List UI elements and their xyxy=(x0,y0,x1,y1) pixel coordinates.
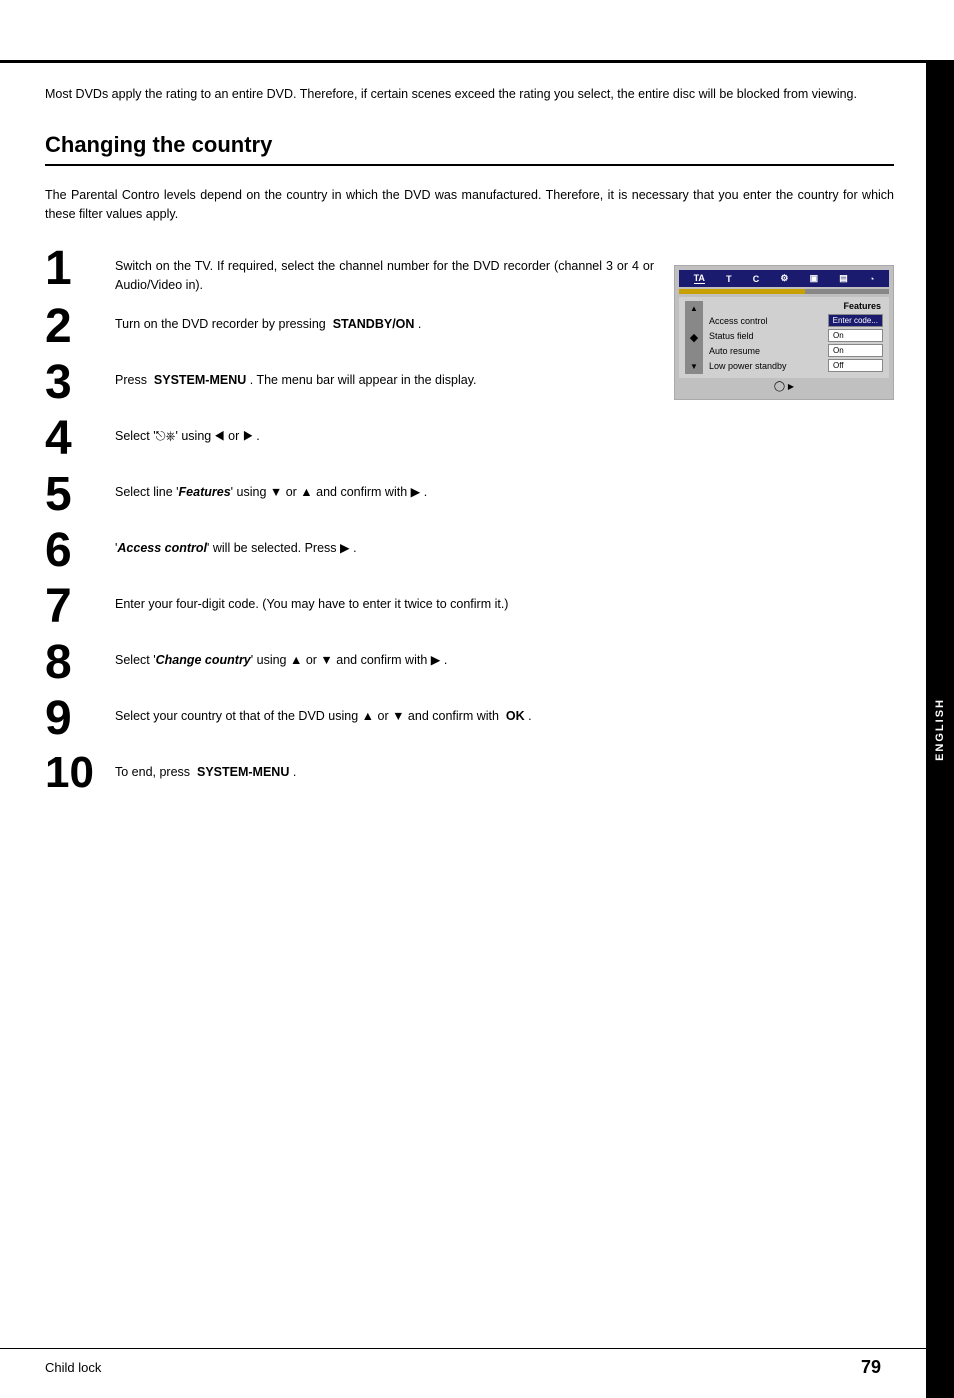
step-row: 10 To end, press SYSTEM-MENU . xyxy=(45,751,654,795)
intro-paragraph: Most DVDs apply the rating to an entire … xyxy=(45,85,894,104)
menu-left-strip: ▲ ◆ ▼ xyxy=(685,301,703,374)
steps-list: 1 Switch on the TV. If required, select … xyxy=(45,245,654,803)
steps-with-image: 1 Switch on the TV. If required, select … xyxy=(45,245,894,803)
menu-row-auto-resume: Auto resume On xyxy=(709,344,883,357)
step-row: 4 Select '⎋⎈' using ◀ or ▶ . xyxy=(45,415,654,463)
menu-value-low-power: Off xyxy=(828,359,883,372)
step-row: 8 Select 'Change country' using ▲ or ▼ a… xyxy=(45,639,654,687)
menu-screenshot: TA T C ⚙ ▣ ▤ ◔ ▲ ◆ ▼ xyxy=(674,265,894,400)
parental-paragraph: The Parental Contro levels depend on the… xyxy=(45,186,894,224)
menu-table: Features Access control Enter code... St… xyxy=(709,301,883,374)
step-text-6: 'Access control' will be selected. Press… xyxy=(115,527,654,558)
step-text-10: To end, press SYSTEM-MENU . xyxy=(115,751,654,782)
left-icon-bot: ▼ xyxy=(690,362,698,371)
menu-row-access-control: Access control Enter code... xyxy=(709,314,883,327)
progress-bar xyxy=(679,289,889,294)
main-content: Most DVDs apply the rating to an entire … xyxy=(45,63,894,803)
menu-label-low-power: Low power standby xyxy=(709,361,787,371)
step-text-5: Select line 'Features' using ▼ or ▲ and … xyxy=(115,471,654,502)
section-title: Changing the country xyxy=(45,132,894,166)
step-text-9: Select your country ot that of the DVD u… xyxy=(115,695,654,726)
menu-bottom-icon: ◯ ▶ xyxy=(679,378,889,395)
menu-label-access-control: Access control xyxy=(709,316,768,326)
menu-value-status-field: On xyxy=(828,329,883,342)
menu-row-status-field: Status field On xyxy=(709,329,883,342)
tab-bars: ▤ xyxy=(839,273,848,284)
menu-row-low-power: Low power standby Off xyxy=(709,359,883,372)
step-text-3: Press SYSTEM-MENU . The menu bar will ap… xyxy=(115,359,654,390)
step-text-1: Switch on the TV. If required, select th… xyxy=(115,245,654,295)
step-text-7: Enter your four-digit code. (You may hav… xyxy=(115,583,654,614)
tab-t: T xyxy=(726,274,732,284)
tab-c: C xyxy=(753,274,760,284)
tab-settings: ⚙ xyxy=(780,273,788,284)
sidebar: ENGLISH xyxy=(926,60,954,1398)
step-row: 6 'Access control' will be selected. Pre… xyxy=(45,527,654,575)
arrow-icon: ▶ xyxy=(788,382,794,391)
step-number-8: 8 xyxy=(45,639,115,687)
footer: Child lock 79 xyxy=(0,1348,926,1378)
menu-label-auto-resume: Auto resume xyxy=(709,346,760,356)
tab-search: ◔ xyxy=(869,274,874,284)
step-text-8: Select 'Change country' using ▲ or ▼ and… xyxy=(115,639,654,670)
step-number-1: 1 xyxy=(45,245,115,293)
menu-top-bar: TA T C ⚙ ▣ ▤ ◔ xyxy=(679,270,889,287)
step-text-4: Select '⎋⎈' using ◀ or ▶ . xyxy=(115,415,654,446)
menu-title: Features xyxy=(709,301,883,311)
step-row: 9 Select your country ot that of the DVD… xyxy=(45,695,654,743)
step-row: 2 Turn on the DVD recorder by pressing S… xyxy=(45,303,654,351)
menu-label-status-field: Status field xyxy=(709,331,754,341)
step-row: 5 Select line 'Features' using ▼ or ▲ an… xyxy=(45,471,654,519)
footer-left-label: Child lock xyxy=(45,1360,101,1375)
menu-value-auto-resume: On xyxy=(828,344,883,357)
tab-ta: TA xyxy=(694,273,705,284)
step-row: 3 Press SYSTEM-MENU . The menu bar will … xyxy=(45,359,654,407)
step-number-2: 2 xyxy=(45,303,115,351)
step-text-2: Turn on the DVD recorder by pressing STA… xyxy=(115,303,654,334)
menu-content-area: ▲ ◆ ▼ Features Access control Enter code… xyxy=(679,297,889,378)
left-icon-mid: ◆ xyxy=(690,331,698,344)
step-number-3: 3 xyxy=(45,359,115,407)
step-row: 1 Switch on the TV. If required, select … xyxy=(45,245,654,295)
sidebar-text: ENGLISH xyxy=(934,698,946,761)
menu-value-access-control: Enter code... xyxy=(828,314,883,327)
step-number-5: 5 xyxy=(45,471,115,519)
menu-image-inner: TA T C ⚙ ▣ ▤ ◔ ▲ ◆ ▼ xyxy=(675,266,893,399)
step-number-6: 6 xyxy=(45,527,115,575)
tab-box: ▣ xyxy=(810,273,819,284)
step-number-7: 7 xyxy=(45,583,115,631)
step-row: 7 Enter your four-digit code. (You may h… xyxy=(45,583,654,631)
footer-page-number: 79 xyxy=(861,1357,881,1378)
step-number-4: 4 xyxy=(45,415,115,463)
left-icon-top: ▲ xyxy=(690,304,698,313)
step-number-9: 9 xyxy=(45,695,115,743)
step-number-10: 10 xyxy=(45,751,115,795)
disc-icon: ◯ xyxy=(774,381,785,392)
